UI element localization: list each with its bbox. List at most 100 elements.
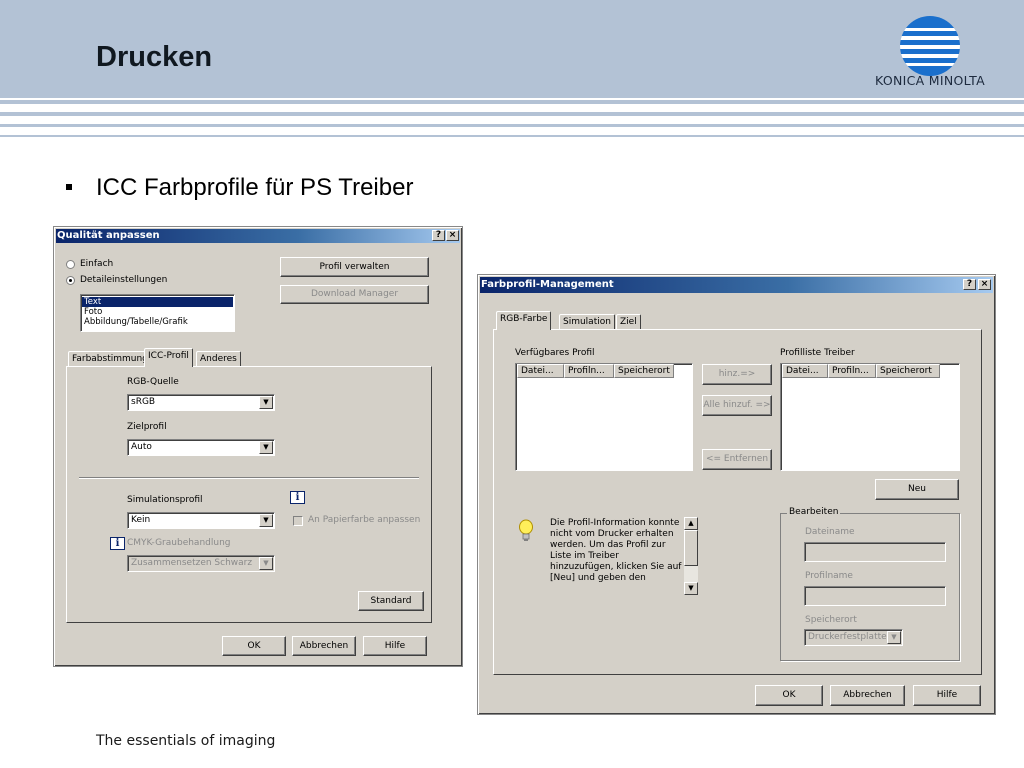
- rgb-quelle-value: sRGB: [131, 397, 156, 407]
- driver-profiles-list[interactable]: Datei... Profiln... Speicherort: [780, 363, 960, 471]
- zielprofil-select[interactable]: Auto ▼: [127, 439, 275, 456]
- column-header[interactable]: Datei...: [782, 364, 828, 378]
- hinzu-button[interactable]: hinz.=>: [702, 364, 772, 385]
- speicherort-select[interactable]: Druckerfestplatte ▼: [804, 629, 903, 646]
- bullet-text: ICC Farbprofile für PS Treiber: [96, 174, 414, 201]
- farbprofil-dialog-title: Farbprofil-Management: [481, 279, 614, 290]
- rgb-quelle-label: RGB-Quelle: [127, 377, 179, 387]
- header-stripe: [0, 124, 1024, 127]
- speicherort-value: Druckerfestplatte: [808, 632, 887, 642]
- info-line: nicht vom Drucker erhalten: [550, 529, 674, 539]
- info-scrollbar[interactable]: ▲ ▼: [684, 517, 698, 595]
- close-title-button[interactable]: ×: [978, 279, 991, 290]
- lightbulb-icon: [519, 519, 533, 541]
- ok-button[interactable]: OK: [755, 685, 823, 706]
- bullet-square-icon: [66, 184, 72, 190]
- profile-info-text: Die Profil-Information konnte nicht vom …: [550, 518, 684, 595]
- header-stripe: [0, 135, 1024, 137]
- help-title-button[interactable]: ?: [432, 230, 445, 241]
- cmyk-value: Zusammensetzen Schwarz: [131, 558, 253, 568]
- simulationsprofil-value: Kein: [131, 515, 151, 525]
- zielprofil-label: Zielprofil: [127, 422, 167, 432]
- available-profiles-list[interactable]: Datei... Profiln... Speicherort: [515, 363, 693, 471]
- slide-title: Drucken: [96, 41, 213, 73]
- hilfe-button[interactable]: Hilfe: [913, 685, 981, 706]
- tab-rgb-farbe[interactable]: RGB-Farbe: [496, 311, 552, 330]
- hilfe-button[interactable]: Hilfe: [363, 636, 427, 656]
- info-line: werden. Um das Profil zur: [550, 540, 666, 550]
- info-line: [Neu] und geben den: [550, 573, 646, 583]
- chevron-down-icon[interactable]: ▼: [259, 396, 273, 409]
- globe-logo-icon: [900, 16, 960, 76]
- column-header[interactable]: Datei...: [517, 364, 564, 378]
- einfach-radio[interactable]: [66, 260, 75, 269]
- tab-simulation[interactable]: Simulation: [559, 314, 615, 330]
- dateiname-field[interactable]: [804, 542, 946, 562]
- tab-farbabstimmung[interactable]: Farbabstimmung: [68, 351, 152, 367]
- download-manager-button[interactable]: Download Manager: [280, 285, 429, 304]
- column-header[interactable]: Speicherort: [614, 364, 674, 378]
- papierfarbe-label: An Papierfarbe anpassen: [308, 515, 421, 525]
- quality-dialog: Qualität anpassen ? × Einfach Detaileins…: [53, 226, 463, 667]
- info-line: hinzuzufügen, klicken Sie auf: [550, 562, 682, 572]
- scroll-thumb[interactable]: [684, 530, 698, 566]
- ok-button[interactable]: OK: [222, 636, 286, 656]
- column-header[interactable]: Speicherort: [876, 364, 940, 378]
- neu-button[interactable]: Neu: [875, 479, 959, 500]
- standard-button[interactable]: Standard: [358, 591, 424, 611]
- rgb-quelle-select[interactable]: sRGB ▼: [127, 394, 275, 411]
- info-icon[interactable]: i: [290, 491, 305, 504]
- entfernen-button[interactable]: <= Entfernen: [702, 449, 772, 470]
- chevron-down-icon[interactable]: ▼: [259, 441, 273, 454]
- chevron-down-icon[interactable]: ▼: [259, 514, 273, 527]
- list-item[interactable]: Text: [82, 297, 233, 307]
- chevron-down-icon[interactable]: ▼: [887, 631, 901, 644]
- verfuegbar-label: Verfügbares Profil: [515, 348, 595, 358]
- papierfarbe-checkbox[interactable]: [293, 516, 303, 526]
- close-title-button[interactable]: ×: [446, 230, 459, 241]
- list-item[interactable]: Foto: [82, 307, 233, 317]
- abbrechen-button[interactable]: Abbrechen: [830, 685, 905, 706]
- column-header[interactable]: Profiln...: [564, 364, 614, 378]
- farbprofil-dialog: Farbprofil-Management ? × RGB-Farbe Simu…: [477, 274, 996, 715]
- zielprofil-value: Auto: [131, 442, 152, 452]
- tab-anderes[interactable]: Anderes: [196, 351, 241, 367]
- info-line: Liste im Treiber: [550, 551, 619, 561]
- speicherort-label: Speicherort: [805, 615, 857, 625]
- bearbeiten-label: Bearbeiten: [787, 507, 841, 517]
- profilliste-label: Profilliste Treiber: [780, 348, 855, 358]
- einfach-label: Einfach: [80, 259, 114, 269]
- cmyk-select[interactable]: Zusammensetzen Schwarz ▼: [127, 555, 275, 572]
- header-stripe: [0, 100, 1024, 104]
- scroll-up-icon[interactable]: ▲: [684, 517, 698, 530]
- footer-tagline: The essentials of imaging: [96, 733, 276, 749]
- chevron-down-icon[interactable]: ▼: [259, 557, 273, 570]
- info-line: Die Profil-Information konnte: [550, 518, 680, 528]
- konica-minolta-logo: KONICA MINOLTA: [868, 16, 992, 94]
- section-divider: [79, 477, 419, 479]
- dateiname-label: Dateiname: [805, 527, 855, 537]
- profil-verwalten-button[interactable]: Profil verwalten: [280, 257, 429, 277]
- alle-hinzu-button[interactable]: Alle hinzuf. =>: [702, 395, 772, 416]
- farbprofil-dialog-titlebar: Farbprofil-Management ? ×: [480, 277, 993, 293]
- quality-dialog-title: Qualität anpassen: [57, 230, 160, 241]
- detail-radio[interactable]: [66, 276, 75, 285]
- simulationsprofil-label: Simulationsprofil: [127, 495, 203, 505]
- help-title-button[interactable]: ?: [963, 279, 976, 290]
- column-header[interactable]: Profiln...: [828, 364, 876, 378]
- logo-text: KONICA MINOLTA: [875, 73, 985, 88]
- header-stripe: [0, 112, 1024, 116]
- list-item[interactable]: Abbildung/Tabelle/Grafik: [82, 317, 233, 327]
- scroll-down-icon[interactable]: ▼: [684, 582, 698, 595]
- profilname-label: Profilname: [805, 571, 853, 581]
- profilname-field[interactable]: [804, 586, 946, 606]
- cmyk-label: CMYK-Graubehandlung: [127, 538, 231, 548]
- quality-type-list[interactable]: Text Foto Abbildung/Tabelle/Grafik: [80, 294, 235, 332]
- info-icon[interactable]: i: [110, 537, 125, 550]
- simulationsprofil-select[interactable]: Kein ▼: [127, 512, 275, 529]
- abbrechen-button[interactable]: Abbrechen: [292, 636, 356, 656]
- tab-icc-profil[interactable]: ICC-Profil: [144, 348, 193, 367]
- detail-label: Detaileinstellungen: [80, 275, 168, 285]
- tab-ziel[interactable]: Ziel: [616, 314, 641, 330]
- quality-dialog-titlebar: Qualität anpassen ? ×: [56, 229, 460, 243]
